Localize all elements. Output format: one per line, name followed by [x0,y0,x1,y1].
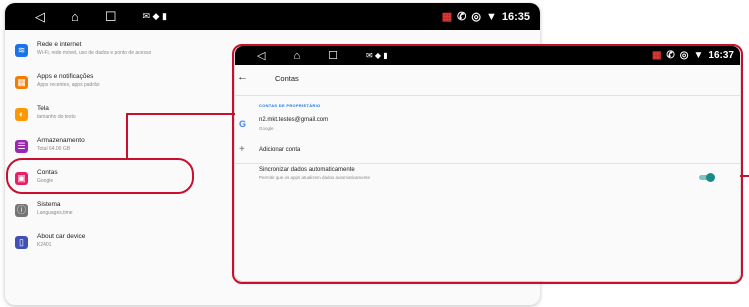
wifi-icon: ≋ [15,44,28,57]
nav-buttons: ◁ ⌂ ☐ ✉ ◆ ▮ [35,3,167,30]
settings-item-subtitle: Apps recentes, apps padrão [37,82,100,88]
settings-item-subtitle: Total 64.00 GB [37,146,71,152]
settings-item-subtitle: Wi-Fi, rede móvel, uso de dados e ponto … [37,50,152,56]
home-nav-icon[interactable]: ⌂ [71,9,79,24]
settings-item-subtitle: K2401 [37,242,52,248]
status-icons-left: ✉ ◆ ▮ [142,11,167,21]
back-nav-icon[interactable]: ◁ [35,9,45,25]
highlight-contas [6,158,194,194]
connector-right [740,175,749,177]
phone-icon: ▯ [15,236,28,249]
settings-item-subtitle: tamanho do texto [37,114,76,120]
highlight-front-screen [232,44,743,284]
storage-icon: ☰ [15,140,28,153]
wifi-status-icon: ▼ [485,10,497,23]
connector-vertical [126,113,128,158]
settings-item-title: Apps e notificações [37,73,94,80]
phone-icon: ✆ [457,11,467,23]
settings-item-title: About car device [37,233,86,240]
display-icon: ◐ [15,108,28,121]
status-right: ▦ ✆ ◎ ▼ 16:35 [442,3,530,30]
location-icon: ◎ [471,11,481,23]
settings-item-title: Armazenamento [37,137,85,144]
status-time: 16:35 [501,10,530,23]
status-bar: ◁ ⌂ ☐ ✉ ◆ ▮ ▦ ✆ ◎ ▼ 16:35 [5,3,540,30]
connector-horizontal [126,113,238,115]
settings-item-title: Tela [37,105,49,112]
settings-item-title: Rede e internet [37,41,82,48]
signal-icon: ▦ [441,11,453,23]
recents-nav-icon[interactable]: ☐ [105,9,117,25]
apps-icon: ▦ [15,76,28,89]
settings-item-title: Sistema [37,201,61,208]
settings-item-subtitle: Languages,time [37,210,73,216]
info-icon: ⓘ [15,204,28,217]
